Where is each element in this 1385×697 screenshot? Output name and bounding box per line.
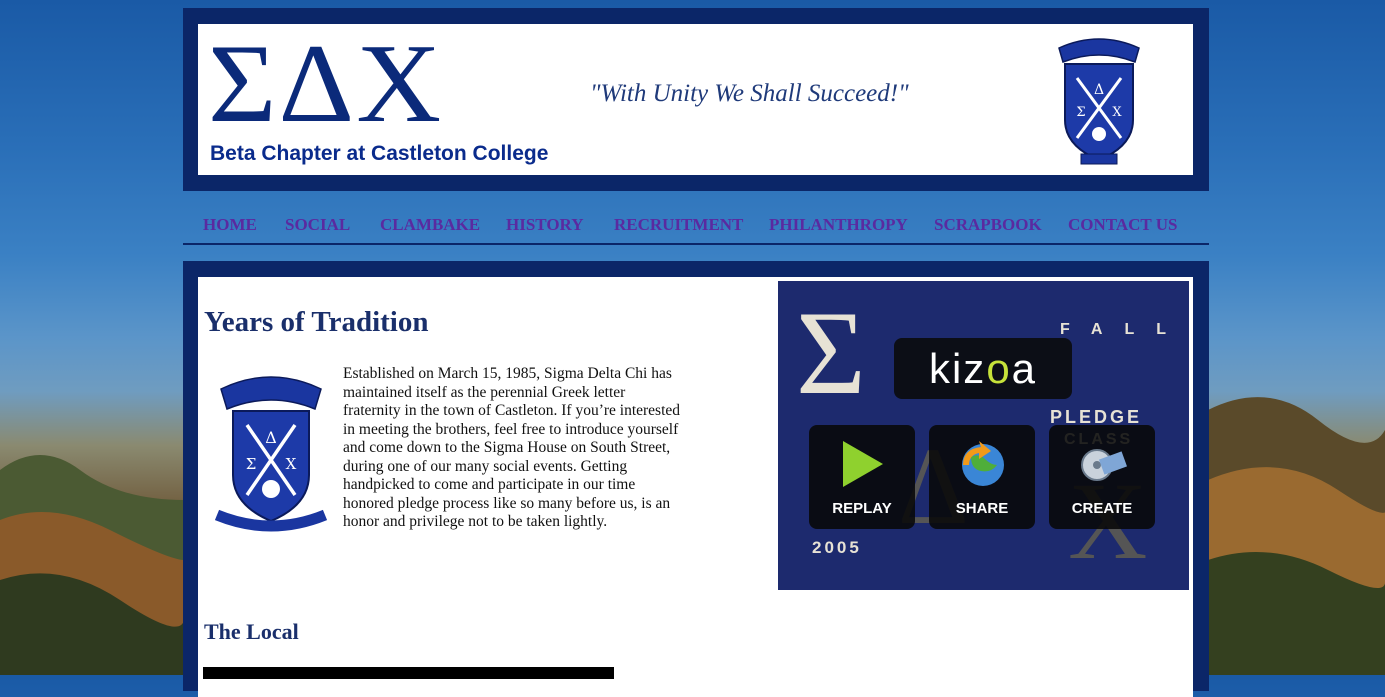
- chapter-name: Beta Chapter at Castleton College: [210, 142, 549, 165]
- film-reel-icon: [1081, 449, 1127, 481]
- kizoa-logo-a: a: [1011, 344, 1038, 392]
- globe-share-icon: [962, 441, 1004, 486]
- svg-text:Σ: Σ: [246, 455, 257, 473]
- motto: "With Unity We Shall Succeed!": [590, 80, 909, 107]
- nav-philanthropy[interactable]: PHILANTHROPY: [769, 215, 908, 235]
- flag-year: 2005: [812, 538, 862, 557]
- nav-home[interactable]: HOME: [203, 215, 257, 235]
- background-landscape-left: [0, 455, 184, 675]
- section-heading-tradition: Years of Tradition: [204, 306, 429, 338]
- nav-clambake[interactable]: CLAMBAKE: [380, 215, 480, 235]
- fraternity-crest-icon: Δ Σ Χ: [215, 376, 327, 532]
- share-label: SHARE: [955, 500, 1009, 517]
- nav-scrapbook[interactable]: SCRAPBOOK: [934, 215, 1042, 235]
- flag-sigma: Σ: [796, 286, 866, 419]
- content-frame: Years of Tradition Δ Σ Χ Established on …: [183, 261, 1209, 697]
- header-inner: ΣΔΧ Beta Chapter at Castleton College "W…: [198, 24, 1193, 175]
- create-label: CREATE: [1071, 500, 1133, 517]
- flag-fall: FALL: [1060, 321, 1188, 338]
- main-nav: HOME SOCIAL CLAMBAKE HISTORY RECRUITMENT…: [183, 201, 1209, 245]
- crest-icon: Δ Σ Χ: [1058, 38, 1140, 165]
- greek-letters-logo: ΣΔΧ: [208, 22, 444, 146]
- svg-text:Χ: Χ: [1112, 105, 1122, 120]
- kizoa-logo-k: kiz: [928, 344, 987, 392]
- svg-text:Χ: Χ: [286, 455, 297, 473]
- nav-history[interactable]: HISTORY: [506, 215, 584, 235]
- create-button[interactable]: CREATE: [1049, 425, 1155, 529]
- intro-paragraph: Established on March 15, 1985, Sigma Del…: [343, 365, 681, 530]
- svg-text:Δ: Δ: [265, 428, 277, 447]
- background-landscape-right: [1208, 397, 1385, 675]
- content-area: Years of Tradition Δ Σ Χ Established on …: [198, 277, 1193, 697]
- header-banner: ΣΔΧ Beta Chapter at Castleton College "W…: [183, 8, 1209, 191]
- replay-button[interactable]: REPLAY: [809, 425, 915, 529]
- section-heading-local: The Local: [204, 619, 299, 644]
- share-button[interactable]: SHARE: [929, 425, 1035, 529]
- nav-recruitment[interactable]: RECRUITMENT: [614, 215, 743, 235]
- replay-label: REPLAY: [832, 500, 892, 517]
- nav-social[interactable]: SOCIAL: [285, 215, 350, 235]
- video-player[interactable]: [203, 667, 614, 679]
- kizoa-logo[interactable]: kiz o a: [894, 338, 1072, 399]
- kizoa-slideshow[interactable]: Σ Δ Χ FALL PLEDGE CLASS 2005 kizoa REPLA…: [778, 281, 1189, 590]
- kizoa-logo-o: o: [986, 344, 1012, 392]
- nav-contact-us[interactable]: CONTACT US: [1068, 215, 1177, 235]
- svg-text:Σ: Σ: [1076, 105, 1085, 120]
- play-icon: [843, 441, 883, 487]
- svg-text:Δ: Δ: [1094, 82, 1104, 98]
